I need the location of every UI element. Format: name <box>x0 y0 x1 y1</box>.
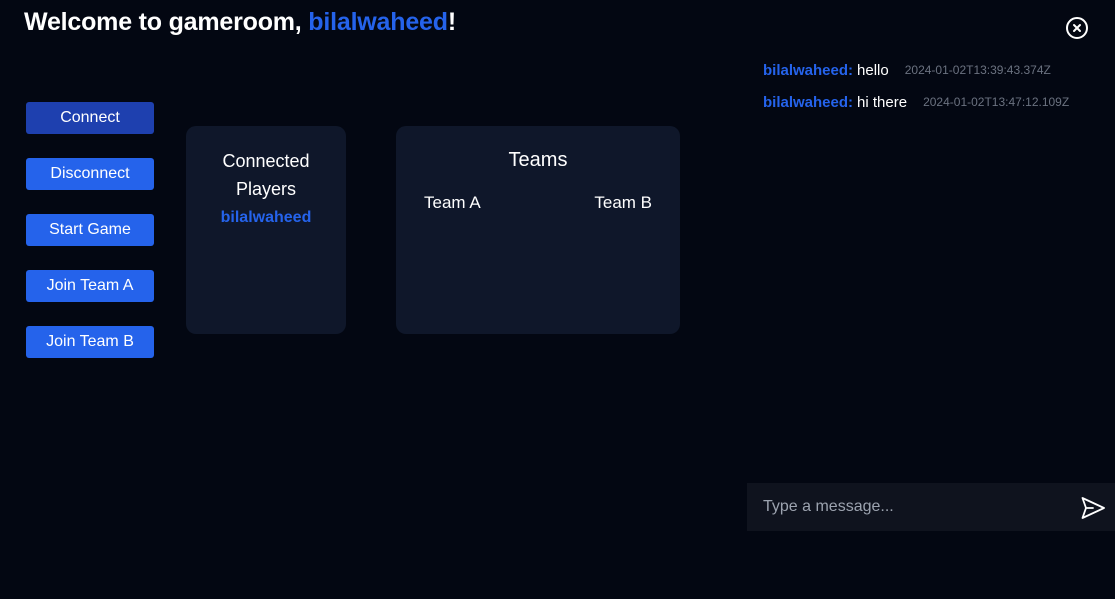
teams-title: Teams <box>508 149 568 171</box>
welcome-text: Welcome to gameroom, <box>24 8 309 36</box>
message-author: bilalwaheed: <box>763 93 854 111</box>
connected-players-panel: Connected Players bilalwaheed <box>186 126 346 334</box>
teams-panel: Teams Team A Team B <box>396 126 680 334</box>
chat-input-bar <box>747 483 1115 531</box>
join-team-a-button[interactable]: Join Team A <box>26 270 154 302</box>
chat-message: bilalwaheed: hi there 2024-01-02T13:47:1… <box>763 86 1113 118</box>
message-timestamp: 2024-01-02T13:39:43.374Z <box>904 63 1051 77</box>
chat-message-list: bilalwaheed: hello 2024-01-02T13:39:43.3… <box>763 54 1113 118</box>
send-icon <box>1081 497 1105 519</box>
message-input[interactable] <box>747 483 1073 531</box>
welcome-username: bilalwaheed <box>308 8 448 36</box>
close-circle-icon <box>1066 17 1088 39</box>
connect-button[interactable]: Connect <box>26 102 154 134</box>
gameroom-page: Welcome to gameroom, bilalwaheed! Connec… <box>0 0 1115 599</box>
message-timestamp: 2024-01-02T13:47:12.109Z <box>923 95 1070 109</box>
close-button[interactable] <box>1065 16 1089 40</box>
player-name: bilalwaheed <box>220 209 312 226</box>
message-text: hi there <box>857 93 908 111</box>
connected-players-title: Connected Players <box>222 151 310 199</box>
chat-message: bilalwaheed: hello 2024-01-02T13:39:43.3… <box>763 54 1113 86</box>
team-a-label: Team A <box>424 193 481 212</box>
action-buttons: Connect Disconnect Start Game Join Team … <box>26 102 154 382</box>
message-author: bilalwaheed: <box>763 61 854 79</box>
team-b-label: Team B <box>594 193 652 212</box>
page-title: Welcome to gameroom, bilalwaheed! <box>24 8 456 37</box>
start-game-button[interactable]: Start Game <box>26 214 154 246</box>
disconnect-button[interactable]: Disconnect <box>26 158 154 190</box>
welcome-suffix: ! <box>447 8 456 36</box>
send-button[interactable] <box>1080 495 1106 521</box>
join-team-b-button[interactable]: Join Team B <box>26 326 154 358</box>
message-text: hello <box>857 61 889 79</box>
